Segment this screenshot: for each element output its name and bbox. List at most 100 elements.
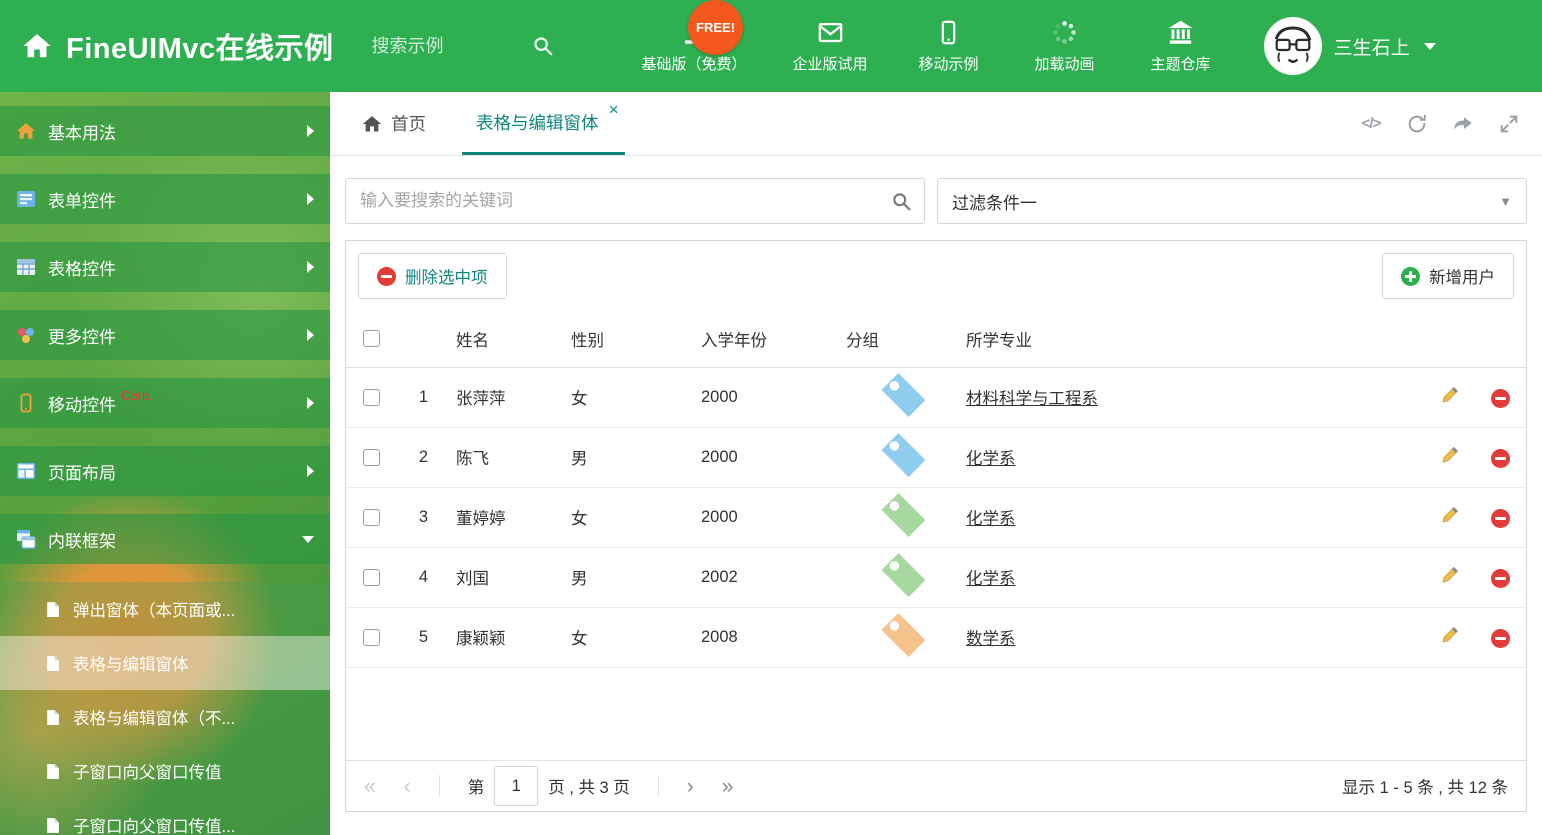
source-code-icon[interactable]: </> <box>1360 113 1382 135</box>
row-checkbox[interactable] <box>362 508 380 526</box>
nav-item-mobile-demo[interactable]: 移动示例 <box>914 19 984 74</box>
filter-dropdown[interactable]: 过滤条件一 ▼ <box>937 178 1527 224</box>
select-all-checkbox[interactable] <box>362 330 380 348</box>
nav-label: 基础版（免费） <box>641 55 747 73</box>
home-icon[interactable] <box>22 31 52 61</box>
table-row: 2 陈飞 男 2000 化学系 <box>346 427 1526 488</box>
last-page-button[interactable]: » <box>722 776 734 797</box>
sidebar-subitem-label: 子窗口向父窗口传值 <box>73 764 222 782</box>
next-page-button[interactable]: › <box>687 776 694 797</box>
sidebar-item-form-controls[interactable]: 表单控件 <box>0 174 330 224</box>
sidebar-subitem-child-to-parent[interactable]: 子窗口向父窗口传值 <box>0 744 330 798</box>
nav-label: 加载动画 <box>1034 55 1095 73</box>
delete-selected-button[interactable]: 删除选中项 <box>358 253 507 299</box>
row-checkbox[interactable] <box>362 568 380 586</box>
major-link[interactable]: 化学系 <box>966 510 1016 528</box>
delete-icon[interactable] <box>1490 629 1510 648</box>
prev-page-button[interactable]: ‹ <box>404 776 411 797</box>
sidebar-submenu-iframe: 弹出窗体（本页面或... 表格与编辑窗体 表格与编辑窗体（不... 子窗口向父窗… <box>0 582 330 835</box>
share-icon[interactable] <box>1452 113 1474 135</box>
edit-icon[interactable] <box>1441 505 1460 524</box>
tag-icon <box>846 432 961 486</box>
keyword-search-input[interactable] <box>360 191 891 211</box>
edit-icon[interactable] <box>1441 565 1460 584</box>
sidebar-subitem-child-to-parent-2[interactable]: 子窗口向父窗口传值... <box>0 798 330 835</box>
table-icon <box>16 257 36 277</box>
file-icon <box>44 655 61 672</box>
grid-toolbar: 删除选中项 新增用户 <box>346 241 1526 311</box>
nav-item-enterprise-trial[interactable]: 企业版试用 <box>793 19 868 74</box>
sidebar-item-basic-usage[interactable]: 基本用法 <box>0 106 330 156</box>
nav-label: 移动示例 <box>918 55 979 73</box>
delete-icon[interactable] <box>1490 389 1510 408</box>
search-icon[interactable] <box>532 35 554 57</box>
file-icon <box>44 709 61 726</box>
button-label: 新增用户 <box>1429 269 1495 287</box>
major-link[interactable]: 化学系 <box>966 570 1016 588</box>
delete-icon[interactable] <box>1490 449 1510 468</box>
tab-grid-edit-window[interactable]: 表格与编辑窗体 × <box>462 92 625 155</box>
filter-row: 过滤条件一 ▼ <box>345 178 1527 224</box>
cell-year: 2008 <box>696 607 841 668</box>
grid-panel: 删除选中项 新增用户 姓名 性别 入学年份 分组 所学专业 1 张萍萍 女 20… <box>345 240 1527 812</box>
row-index: 4 <box>396 547 451 608</box>
sidebar-subitem-grid-edit-window[interactable]: 表格与编辑窗体 <box>0 636 330 690</box>
edit-icon[interactable] <box>1441 385 1460 404</box>
major-link[interactable]: 化学系 <box>966 450 1016 468</box>
nav-label: 企业版试用 <box>792 55 868 73</box>
major-link[interactable]: 材料科学与工程系 <box>966 390 1098 408</box>
cell-gender: 男 <box>566 547 696 608</box>
button-label: 删除选中项 <box>405 269 488 287</box>
form-icon <box>16 189 36 209</box>
tag-icon <box>846 372 961 426</box>
tag-icon <box>846 552 961 606</box>
sidebar-subitem-grid-edit-window-2[interactable]: 表格与编辑窗体（不... <box>0 690 330 744</box>
free-badge: FREE! <box>688 0 743 55</box>
tab-label: 表格与编辑窗体 <box>476 112 599 133</box>
sidebar-item-iframe[interactable]: 内联框架 <box>0 514 330 564</box>
sidebar-subitem-label: 表格与编辑窗体（不... <box>73 710 236 728</box>
tab-home[interactable]: 首页 <box>348 92 440 155</box>
avatar <box>1263 17 1322 75</box>
file-icon <box>44 601 61 618</box>
main-content: 首页 表格与编辑窗体 × </> 输入要搜索的关键词 过滤条件一 ▼ 删除选中项… <box>330 92 1542 835</box>
major-link[interactable]: 数学系 <box>966 630 1016 648</box>
refresh-icon[interactable] <box>1406 113 1428 135</box>
table-row: 5 康颖颖 女 2008 数学系 <box>346 607 1526 668</box>
row-checkbox[interactable] <box>362 448 380 466</box>
row-index: 3 <box>396 487 451 548</box>
nav-item-theme-store[interactable]: 主题仓库 <box>1146 19 1216 74</box>
delete-icon[interactable] <box>1490 569 1510 588</box>
add-user-button[interactable]: 新增用户 <box>1382 253 1514 299</box>
tab-toolbar: </> <box>1360 92 1542 155</box>
sidebar-item-page-layout[interactable]: 页面布局 <box>0 446 330 496</box>
close-icon[interactable]: × <box>609 101 619 118</box>
expand-icon[interactable] <box>1498 113 1520 135</box>
sidebar-item-label: 基本用法 <box>48 123 116 143</box>
search-icon[interactable] <box>891 191 912 212</box>
cell-name: 陈飞 <box>451 427 566 488</box>
edit-icon[interactable] <box>1441 625 1460 644</box>
page-number-input[interactable] <box>494 766 539 806</box>
edit-icon[interactable] <box>1441 445 1460 464</box>
chevron-right-icon <box>307 193 314 205</box>
sidebar-subitem-popup-window[interactable]: 弹出窗体（本页面或... <box>0 582 330 636</box>
nav-item-loading-animations[interactable]: 加载动画 <box>1030 19 1100 74</box>
sidebar-item-grid-controls[interactable]: 表格控件 <box>0 242 330 292</box>
sidebar-item-more-controls[interactable]: 更多控件 <box>0 310 330 360</box>
column-header-index <box>396 311 451 368</box>
cell-name: 张萍萍 <box>451 367 566 428</box>
chevron-right-icon <box>307 261 314 273</box>
app-header: FineUIMvc在线示例 FREE! 基础版（免费） 企业版试用 <box>0 0 1542 92</box>
user-menu[interactable]: 三生石上 <box>1263 17 1436 75</box>
first-page-button[interactable]: « <box>364 776 376 797</box>
sidebar-item-mobile-controls[interactable]: 移动控件 Corp. <box>0 378 330 428</box>
row-checkbox[interactable] <box>362 388 380 406</box>
keyword-search <box>345 178 925 224</box>
delete-icon[interactable] <box>1490 509 1510 528</box>
row-checkbox[interactable] <box>362 628 380 646</box>
chevron-down-icon: ▼ <box>1499 193 1512 209</box>
widgets-icon <box>16 325 36 345</box>
sidebar-subitem-label: 子窗口向父窗口传值... <box>73 818 236 835</box>
header-search-input[interactable] <box>371 35 532 57</box>
